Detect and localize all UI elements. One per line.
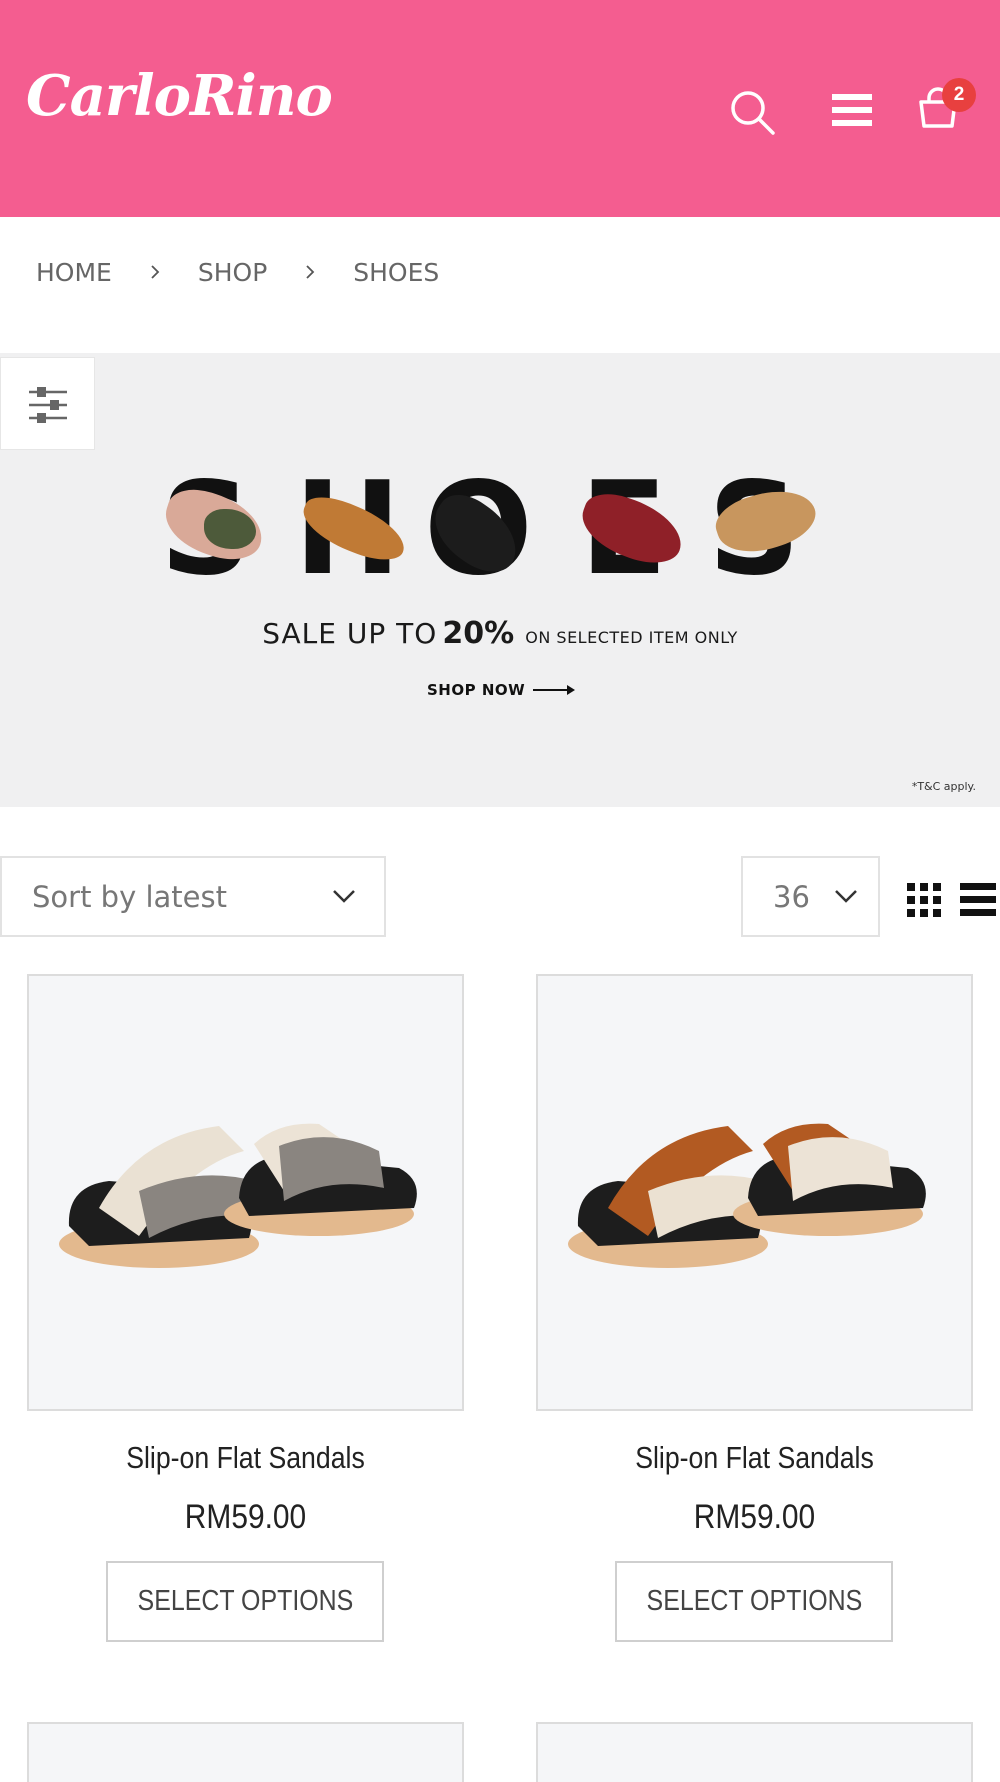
chevron-right-icon — [151, 265, 160, 279]
product-price: RM59.00 — [693, 1498, 816, 1536]
sandal-image — [538, 976, 971, 1409]
cart-count-badge: 2 — [942, 78, 976, 112]
list-view-icon[interactable] — [960, 883, 996, 917]
banner-title: S H O E S — [157, 465, 840, 595]
banner-sale-text: SALE UP TO 20% ON SELECTED ITEM ONLY — [0, 616, 1000, 651]
product-card-partial[interactable] — [536, 1722, 973, 1782]
product-name[interactable]: Slip-on Flat Sandals — [58, 1440, 434, 1476]
product-name[interactable]: Slip-on Flat Sandals — [567, 1440, 943, 1476]
arrow-right-icon — [533, 685, 576, 695]
select-options-button[interactable]: SELECT OPTIONS — [615, 1561, 893, 1642]
chevron-right-icon — [306, 265, 315, 279]
product-image[interactable] — [536, 974, 973, 1411]
per-page-select[interactable]: 36 — [741, 856, 880, 937]
product-image[interactable] — [27, 974, 464, 1411]
sort-label: Sort by latest — [32, 880, 227, 914]
breadcrumb-shoes: SHOES — [353, 257, 440, 287]
chevron-down-icon — [835, 890, 857, 903]
sandal-image — [29, 976, 462, 1409]
select-options-label: SELECT OPTIONS — [646, 1585, 862, 1617]
select-options-button[interactable]: SELECT OPTIONS — [106, 1561, 384, 1642]
breadcrumb-shop[interactable]: SHOP — [198, 258, 267, 287]
filter-icon — [29, 387, 67, 423]
product-price: RM59.00 — [184, 1498, 307, 1536]
site-header: CarloRino 2 — [0, 0, 1000, 217]
breadcrumb-home[interactable]: HOME — [36, 258, 112, 287]
per-page-value: 36 — [773, 880, 810, 914]
sale-percent: 20% — [442, 616, 515, 651]
breadcrumb: HOME SHOP SHOES — [36, 252, 439, 292]
search-icon[interactable] — [728, 88, 776, 136]
shop-now-link[interactable]: SHOP NOW — [427, 680, 577, 700]
sale-prefix: SALE UP TO — [262, 617, 438, 650]
menu-icon[interactable] — [832, 92, 872, 128]
select-options-label: SELECT OPTIONS — [137, 1585, 353, 1617]
product-card-partial[interactable] — [27, 1722, 464, 1782]
grid-view-icon[interactable] — [907, 883, 941, 917]
chevron-down-icon — [333, 890, 355, 903]
filter-button[interactable] — [0, 357, 95, 450]
sale-suffix: ON SELECTED ITEM ONLY — [525, 628, 738, 647]
sort-select[interactable]: Sort by latest — [0, 856, 386, 937]
shop-now-label: SHOP NOW — [427, 681, 526, 699]
terms-note: *T&C apply. — [911, 780, 976, 793]
logo[interactable]: CarloRino — [26, 68, 333, 124]
